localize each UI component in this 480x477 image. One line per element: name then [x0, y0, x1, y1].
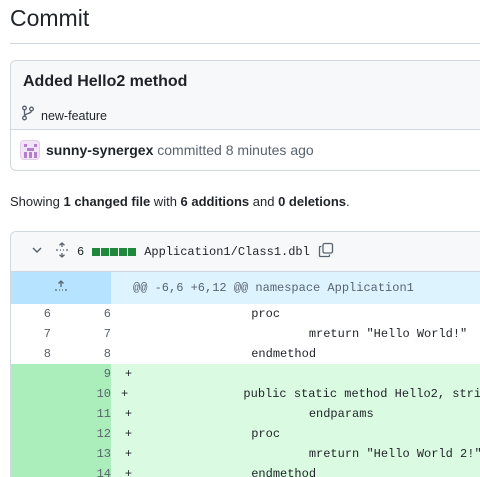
file-header: 6 Application1/Class1.dbl	[11, 232, 480, 272]
deletions-count: 0 deletions	[278, 194, 346, 209]
copy-icon[interactable]	[318, 242, 334, 262]
file-diff: 6 Application1/Class1.dbl @@ -6,6 +6,12 …	[10, 231, 480, 477]
old-line-number[interactable]: 8	[11, 344, 51, 364]
summary-prefix: Showing	[10, 194, 64, 209]
diff-sign: +	[121, 387, 129, 401]
summary-mid2: and	[249, 194, 279, 209]
diffstat-block	[92, 247, 101, 256]
diff-sign: +	[124, 447, 133, 461]
diffstat-block	[119, 247, 128, 256]
line-number-cell: 12	[11, 424, 111, 444]
code-text: endparams	[136, 407, 374, 421]
code-text: proc	[136, 427, 281, 441]
old-line-number[interactable]	[11, 424, 51, 444]
diff-line-context: 88 endmethod	[11, 344, 480, 364]
diffstat-bar	[92, 247, 137, 256]
unfold-icon[interactable]	[55, 241, 69, 262]
author-line: sunny-synergex committed 8 minutes ago	[46, 142, 314, 158]
diff-sign: +	[124, 427, 133, 441]
new-line-number[interactable]: 9	[51, 364, 111, 384]
line-number-cell: 66	[11, 304, 111, 324]
commit-box: Added Hello2 method new-feature sunny-sy…	[10, 60, 480, 171]
diffstat-block	[101, 247, 110, 256]
line-number-cell: 9	[11, 364, 111, 384]
summary-suffix: .	[346, 194, 350, 209]
code-text: public static method Hello2, string	[128, 387, 480, 401]
diff-line-context: 77 mreturn "Hello World!"	[11, 324, 480, 344]
new-line-number[interactable]: 11	[51, 404, 111, 424]
old-line-number[interactable]	[11, 444, 51, 464]
diff-line-added: 12 + proc	[11, 424, 480, 444]
diff-line-added: 11 + endparams	[11, 404, 480, 424]
old-line-number[interactable]	[11, 364, 51, 384]
new-line-number[interactable]: 13	[51, 444, 111, 464]
diff-line-context: 66 proc	[11, 304, 480, 324]
change-count: 6	[77, 244, 85, 259]
diff-sign	[111, 304, 136, 324]
diff-line-added: 10 + public static method Hello2, string	[11, 384, 480, 404]
old-line-number[interactable]	[11, 404, 51, 424]
page-title: Commit	[10, 5, 90, 31]
changed-files-count: 1 changed file	[63, 194, 151, 209]
diffstat-block	[110, 247, 119, 256]
branch-name[interactable]: new-feature	[41, 109, 107, 123]
avatar[interactable]	[20, 140, 40, 160]
line-number-cell: 13	[11, 444, 111, 464]
hunk-header: @@ -6,6 +6,12 @@ namespace Application1	[11, 272, 480, 304]
line-number-cell: 10	[11, 384, 111, 404]
author-name[interactable]: sunny-synergex	[46, 142, 153, 158]
new-line-number[interactable]: 12	[51, 424, 111, 444]
diff-sign: +	[124, 467, 133, 477]
commit-header: Added Hello2 method new-feature	[11, 61, 480, 130]
code-text: proc	[136, 307, 281, 321]
hunk-text: @@ -6,6 +6,12 @@ namespace Application1	[133, 281, 414, 295]
line-number-cell: 14	[11, 464, 111, 477]
commit-time-text: committed 8 minutes ago	[153, 142, 314, 158]
diff-line-added: 14 + endmethod	[11, 464, 480, 477]
diff-lines: 66 proc 7 7 mreturn "Hello World!" 8 8 endme…	[11, 304, 480, 477]
new-line-number[interactable]: 8	[51, 344, 111, 364]
diff-sign	[111, 324, 136, 344]
diffstat-block	[128, 247, 137, 256]
diff-sign: +	[124, 367, 133, 381]
expand-up-icon	[54, 279, 68, 298]
new-line-number[interactable]: 6	[51, 304, 111, 324]
new-line-number[interactable]: 7	[51, 324, 111, 344]
old-line-number[interactable]	[11, 384, 51, 404]
commit-message: Added Hello2 method	[23, 73, 188, 90]
additions-count: 6 additions	[180, 194, 250, 209]
expand-up-button[interactable]	[11, 272, 111, 304]
diff-line-added: 13 + mreturn "Hello World 2!"	[11, 444, 480, 464]
git-branch-icon	[21, 105, 35, 126]
new-line-number[interactable]: 10	[51, 384, 111, 404]
line-number-cell: 88	[11, 344, 111, 364]
branch-row[interactable]: new-feature	[21, 105, 107, 126]
old-line-number[interactable]: 6	[11, 304, 51, 324]
file-path[interactable]: Application1/Class1.dbl	[144, 245, 310, 259]
diff-summary: Showing 1 changed file with 6 additions …	[10, 194, 350, 209]
author-row: sunny-synergex committed 8 minutes ago	[20, 140, 314, 160]
line-number-cell: 11	[11, 404, 111, 424]
code-text: mreturn "Hello World!"	[136, 327, 468, 341]
diff-sign: +	[124, 407, 133, 421]
old-line-number[interactable]: 7	[11, 324, 51, 344]
code-text: mreturn "Hello World 2!"	[136, 447, 480, 461]
diff-sign	[111, 344, 136, 364]
code-text: endmethod	[136, 467, 317, 477]
line-number-cell: 77	[11, 324, 111, 344]
old-line-number[interactable]	[11, 464, 51, 477]
code-text: endmethod	[136, 347, 317, 361]
chevron-down-icon[interactable]	[31, 244, 43, 260]
new-line-number[interactable]: 14	[51, 464, 111, 477]
diff-line-added: 9 +	[11, 364, 480, 384]
summary-mid1: with	[150, 194, 181, 209]
title-divider	[10, 43, 480, 44]
